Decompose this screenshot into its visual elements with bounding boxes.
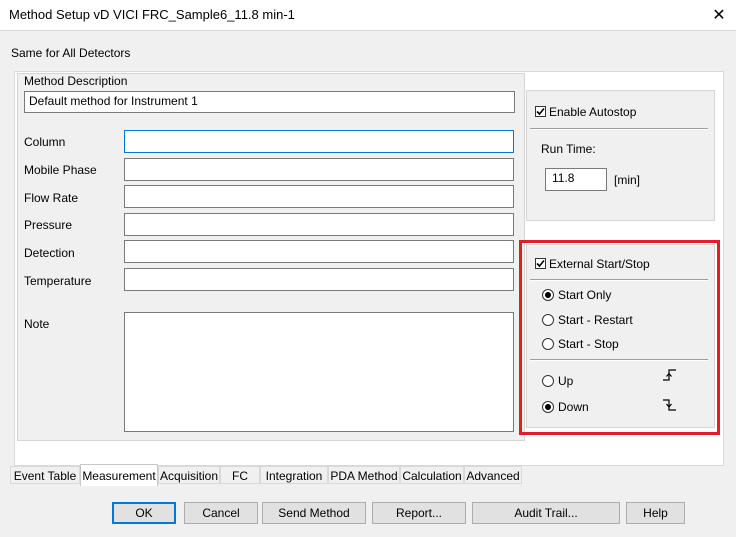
mobile-phase-field[interactable] [124,158,514,181]
ok-button[interactable]: OK [112,502,176,524]
run-time-label: Run Time: [541,142,596,156]
tab-advanced[interactable]: Advanced [464,466,522,484]
temperature-label: Temperature [24,274,92,288]
method-description-field[interactable]: Default method for Instrument 1 [24,91,515,113]
tab-pda-method[interactable]: PDA Method [328,466,400,484]
tab-event-table[interactable]: Event Table [10,466,80,484]
flow-rate-field[interactable] [124,185,514,208]
run-time-field[interactable]: 11.8 [545,168,607,191]
pressure-field[interactable] [124,213,514,236]
pressure-label: Pressure [24,218,73,232]
close-icon: ✕ [712,7,726,24]
checkmark-icon [536,107,545,116]
report-button[interactable]: Report... [372,502,466,524]
help-button[interactable]: Help [626,502,685,524]
same-for-all-label: Same for All Detectors [11,46,131,60]
flow-rate-label: Flow Rate [24,191,79,205]
tab-calculation[interactable]: Calculation [400,466,464,484]
title-bar: Method Setup vD VICI FRC_Sample6_11.8 mi… [0,0,736,31]
tab-acquisition[interactable]: Acquisition [158,466,220,484]
autostop-separator [530,128,708,130]
column-label: Column [24,135,66,149]
column-field[interactable] [124,130,514,153]
method-description-label: Method Description [24,74,128,88]
detection-field[interactable] [124,240,514,263]
audit-trail-button[interactable]: Audit Trail... [472,502,620,524]
mobile-phase-label: Mobile Phase [24,163,97,177]
cancel-button[interactable]: Cancel [184,502,258,524]
tab-measurement[interactable]: Measurement [80,464,158,486]
window-title: Method Setup vD VICI FRC_Sample6_11.8 mi… [9,7,295,22]
enable-autostop-checkbox[interactable] [535,106,546,117]
tab-fc[interactable]: FC [220,466,260,484]
run-time-unit: [min] [614,173,641,187]
send-method-button[interactable]: Send Method [262,502,366,524]
detection-label: Detection [24,246,75,260]
note-label: Note [24,317,50,331]
close-button[interactable]: ✕ [704,2,734,28]
tab-integration[interactable]: Integration [260,466,328,484]
enable-autostop-label[interactable]: Enable Autostop [549,105,636,119]
note-textarea[interactable] [124,312,514,432]
highlight-box [519,240,720,435]
temperature-field[interactable] [124,268,514,291]
